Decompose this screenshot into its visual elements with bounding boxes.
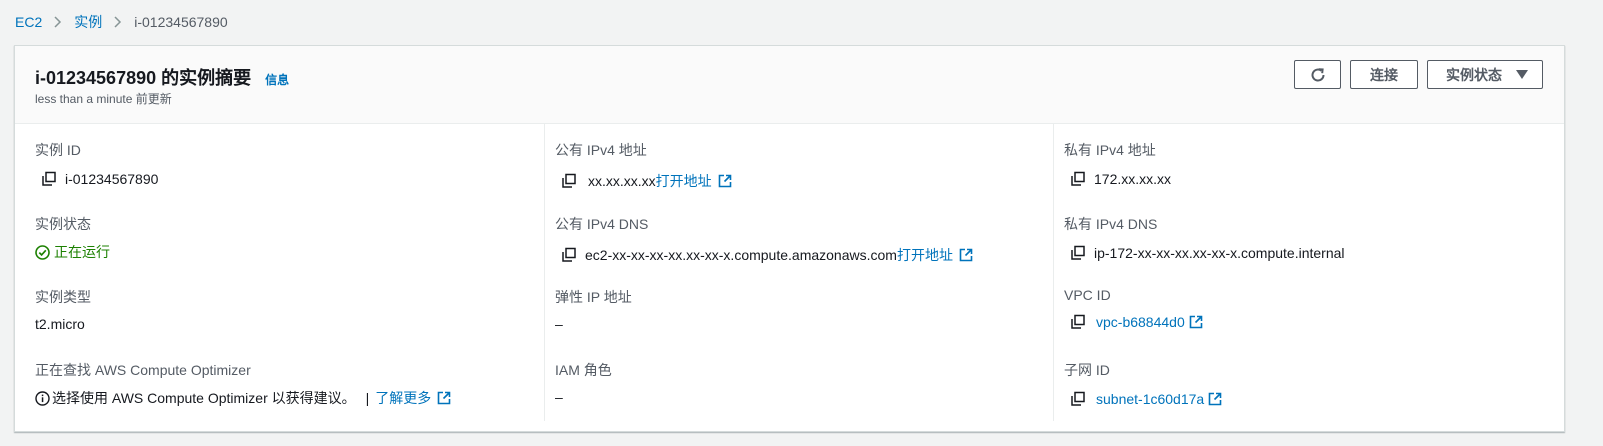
- external-link-icon[interactable]: [1189, 315, 1203, 329]
- connect-button[interactable]: 连接: [1350, 60, 1418, 89]
- page-title: i-01234567890 的实例摘要: [35, 68, 252, 88]
- external-link-icon[interactable]: [718, 174, 732, 188]
- public-ip-value: xx.xx.xx.xx: [588, 173, 656, 189]
- instance-type-label: 实例类型: [35, 289, 91, 305]
- copy-icon[interactable]: [1070, 245, 1086, 261]
- chevron-right-icon: [54, 16, 62, 28]
- external-link-icon[interactable]: [1208, 392, 1222, 406]
- instance-summary-panel: i-01234567890 的实例摘要 信息 less than a minut…: [14, 45, 1565, 432]
- subnet-id-link[interactable]: subnet-1c60d17a: [1096, 391, 1204, 407]
- check-circle-icon: [35, 244, 50, 260]
- instance-state-label: 实例状态: [35, 216, 91, 232]
- compute-optimizer-text: 选择使用 AWS Compute Optimizer 以获得建议。: [52, 390, 356, 406]
- public-ip-label: 公有 IPv4 地址: [555, 142, 647, 158]
- open-address-link[interactable]: 打开地址: [897, 245, 953, 265]
- refresh-button[interactable]: [1294, 60, 1341, 89]
- private-ip-label: 私有 IPv4 地址: [1064, 142, 1156, 158]
- breadcrumb: EC2 实例 i-01234567890: [15, 12, 228, 32]
- subnet-id-field: 子网 ID subnet-1c60d17a: [1064, 360, 1222, 407]
- info-link[interactable]: 信息: [265, 71, 289, 88]
- copy-icon[interactable]: [1070, 391, 1086, 407]
- vpc-id-field: VPC ID vpc-b68844d0: [1064, 287, 1203, 330]
- details-columns: 实例 ID i-01234567890 实例状态 正在运行 实例类型 t2.mi…: [15, 123, 1564, 431]
- copy-icon[interactable]: [1070, 314, 1086, 330]
- refresh-icon: [1309, 66, 1327, 84]
- private-ip-value: 172.xx.xx.xx: [1094, 171, 1172, 187]
- breadcrumb-ec2[interactable]: EC2: [15, 14, 42, 30]
- public-dns-value: ec2-xx-xx-xx-xx.xx-xx-x.compute.amazonaw…: [585, 247, 897, 263]
- iam-role-label: IAM 角色: [555, 362, 612, 378]
- breadcrumb-instances[interactable]: 实例: [74, 12, 102, 32]
- public-dns-field: 公有 IPv4 DNS ec2-xx-xx-xx-xx.xx-xx-x.comp…: [555, 214, 973, 265]
- copy-icon[interactable]: [1070, 171, 1086, 187]
- copy-icon[interactable]: [561, 247, 577, 263]
- column-1: 实例 ID i-01234567890 实例状态 正在运行 实例类型 t2.mi…: [35, 123, 533, 421]
- private-ip-field: 私有 IPv4 地址 172.xx.xx.xx: [1064, 140, 1171, 187]
- copy-icon[interactable]: [41, 171, 57, 187]
- vpc-id-label: VPC ID: [1064, 287, 1111, 303]
- instance-id-label: 实例 ID: [35, 142, 81, 158]
- instance-type-field: 实例类型 t2.micro: [35, 287, 91, 332]
- caret-down-icon: [1516, 69, 1528, 80]
- elastic-ip-field: 弹性 IP 地址 –: [555, 287, 632, 332]
- chevron-right-icon: [114, 16, 122, 28]
- iam-role-field: IAM 角色 –: [555, 360, 612, 405]
- external-link-icon[interactable]: [959, 248, 973, 262]
- column-2: 公有 IPv4 地址 xx.xx.xx.xx 打开地址 公有 IPv4 DNS: [544, 123, 1043, 421]
- instance-id-value: i-01234567890: [65, 171, 159, 187]
- column-3: 私有 IPv4 地址 172.xx.xx.xx 私有 IPv4 DNS ip-1…: [1053, 123, 1552, 421]
- elastic-ip-label: 弹性 IP 地址: [555, 289, 632, 305]
- open-address-link[interactable]: 打开地址: [656, 171, 712, 191]
- separator: |: [365, 390, 370, 406]
- private-dns-field: 私有 IPv4 DNS ip-172-xx-xx-xx.xx-xx-x.comp…: [1064, 214, 1345, 261]
- elastic-ip-value: –: [555, 316, 563, 332]
- header-actions: 连接 实例状态: [1294, 60, 1543, 89]
- subnet-id-label: 子网 ID: [1064, 362, 1110, 378]
- compute-optimizer-label: 正在查找 AWS Compute Optimizer: [35, 362, 251, 378]
- compute-optimizer-field: 正在查找 AWS Compute Optimizer 选择使用 AWS Comp…: [35, 360, 451, 408]
- external-link-icon[interactable]: [437, 391, 451, 405]
- iam-role-value: –: [555, 389, 563, 405]
- info-icon: [35, 390, 50, 406]
- instance-state-field: 实例状态 正在运行: [35, 214, 110, 262]
- breadcrumb-current: i-01234567890: [134, 14, 228, 30]
- panel-header: i-01234567890 的实例摘要 信息 less than a minut…: [15, 46, 1564, 124]
- instance-type-value: t2.micro: [35, 316, 85, 332]
- private-dns-label: 私有 IPv4 DNS: [1064, 216, 1158, 232]
- instance-id-field: 实例 ID i-01234567890: [35, 140, 158, 187]
- instance-state-label: 实例状态: [1446, 66, 1502, 83]
- learn-more-link[interactable]: 了解更多: [375, 388, 431, 408]
- instance-state-dropdown[interactable]: 实例状态: [1427, 60, 1543, 89]
- public-dns-label: 公有 IPv4 DNS: [555, 216, 649, 232]
- last-updated: less than a minute 前更新: [35, 92, 172, 106]
- vpc-id-link[interactable]: vpc-b68844d0: [1096, 314, 1185, 330]
- instance-state-value: 正在运行: [54, 244, 110, 260]
- private-dns-value: ip-172-xx-xx-xx.xx-xx-x.compute.internal: [1094, 245, 1345, 261]
- copy-icon[interactable]: [561, 173, 577, 189]
- public-ip-field: 公有 IPv4 地址 xx.xx.xx.xx 打开地址: [555, 140, 732, 191]
